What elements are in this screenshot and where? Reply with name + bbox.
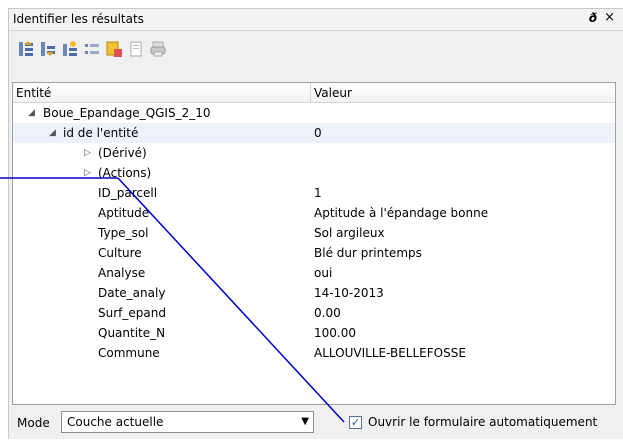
attribute-field-name: ID_parcell [98,186,158,200]
attribute-field-name: Quantite_N [98,326,166,340]
attribute-row[interactable]: Aptitude Aptitude à l'épandage bonne [13,203,615,223]
layer-row[interactable]: ◢ Boue_Epandage_QGIS_2_10 [13,103,615,123]
attribute-field-value: Sol argileux [314,226,385,240]
clear-results-icon[interactable] [81,38,103,60]
panel-title: Identifier les résultats [13,12,144,26]
attribute-row[interactable]: ID_parcell 1 [13,183,615,203]
collapsed-arrow-icon[interactable]: ▷ [84,163,91,183]
attribute-field-value: 100.00 [314,326,356,340]
feature-row[interactable]: ◢ id de l'entité 0 [13,123,615,143]
expand-new-icon[interactable] [59,38,81,60]
derived-label: (Dérivé) [98,146,147,160]
column-header-value[interactable]: Valeur [314,86,352,100]
attribute-field-value: oui [314,266,333,280]
attribute-row[interactable]: Date_analy 14-10-2013 [13,283,615,303]
attribute-field-name: Commune [98,346,160,360]
feature-label: id de l'entité [63,126,139,140]
float-panel-button[interactable]: ð [589,11,597,25]
close-panel-button[interactable]: × [604,10,615,25]
attribute-field-name: Date_analy [98,286,166,300]
actions-label: (Actions) [98,166,152,180]
attribute-field-value: Blé dur printemps [314,246,422,260]
column-header-entity[interactable]: Entité [16,86,51,100]
auto-open-label[interactable]: Ouvrir le formulaire automatiquement [368,415,597,429]
attribute-row[interactable]: Commune ALLOUVILLE-BELLEFOSSE [13,343,615,363]
attribute-field-name: Culture [98,246,142,260]
attribute-row[interactable]: Quantite_N 100.00 [13,323,615,343]
mode-select[interactable]: Couche actuelle ▼ [61,411,314,433]
column-divider[interactable] [310,83,311,102]
expanded-arrow-icon[interactable]: ◢ [28,103,35,123]
attribute-row[interactable]: Culture Blé dur printemps [13,243,615,263]
results-tree[interactable]: Entité Valeur ◢ Boue_Epandage_QGIS_2_10 … [12,82,616,405]
mode-label: Mode [17,416,50,430]
attribute-field-value: 14-10-2013 [314,286,384,300]
attribute-field-name: Analyse [98,266,146,280]
derived-row[interactable]: ▷ (Dérivé) [13,143,615,163]
attribute-row[interactable]: Type_sol Sol argileux [13,223,615,243]
attribute-field-name: Surf_epand [98,306,166,320]
expand-all-icon[interactable] [15,38,37,60]
copy-results-icon[interactable] [125,38,147,60]
tree-header: Entité Valeur [13,83,615,103]
attribute-field-value: ALLOUVILLE-BELLEFOSSE [314,346,466,360]
print-icon[interactable] [147,38,169,60]
attribute-field-value: Aptitude à l'épandage bonne [314,206,489,220]
auto-open-checkbox[interactable]: ✓ [349,416,362,429]
actions-row[interactable]: ▷ (Actions) [13,163,615,183]
panel-titlebar: Identifier les résultats ð × [9,9,623,31]
attribute-row[interactable]: Analyse oui [13,263,615,283]
copy-feature-icon[interactable] [103,38,125,60]
mode-select-value: Couche actuelle [67,415,164,429]
dropdown-arrow-icon[interactable]: ▼ [301,416,309,427]
attribute-field-value: 1 [314,186,322,200]
identify-results-panel: Identifier les résultats ð × Entité Vale… [8,8,623,439]
layer-name: Boue_Epandage_QGIS_2_10 [43,106,211,120]
collapse-all-icon[interactable] [37,38,59,60]
expanded-arrow-icon[interactable]: ◢ [49,123,56,143]
attribute-field-name: Type_sol [98,226,149,240]
attribute-field-value: 0.00 [314,306,341,320]
bottom-bar: Mode Couche actuelle ▼ ✓ Ouvrir le formu… [9,406,623,440]
collapsed-arrow-icon[interactable]: ▷ [84,143,91,163]
feature-id-value: 0 [314,126,322,140]
attribute-row[interactable]: Surf_epand 0.00 [13,303,615,323]
attribute-field-name: Aptitude [98,206,150,220]
